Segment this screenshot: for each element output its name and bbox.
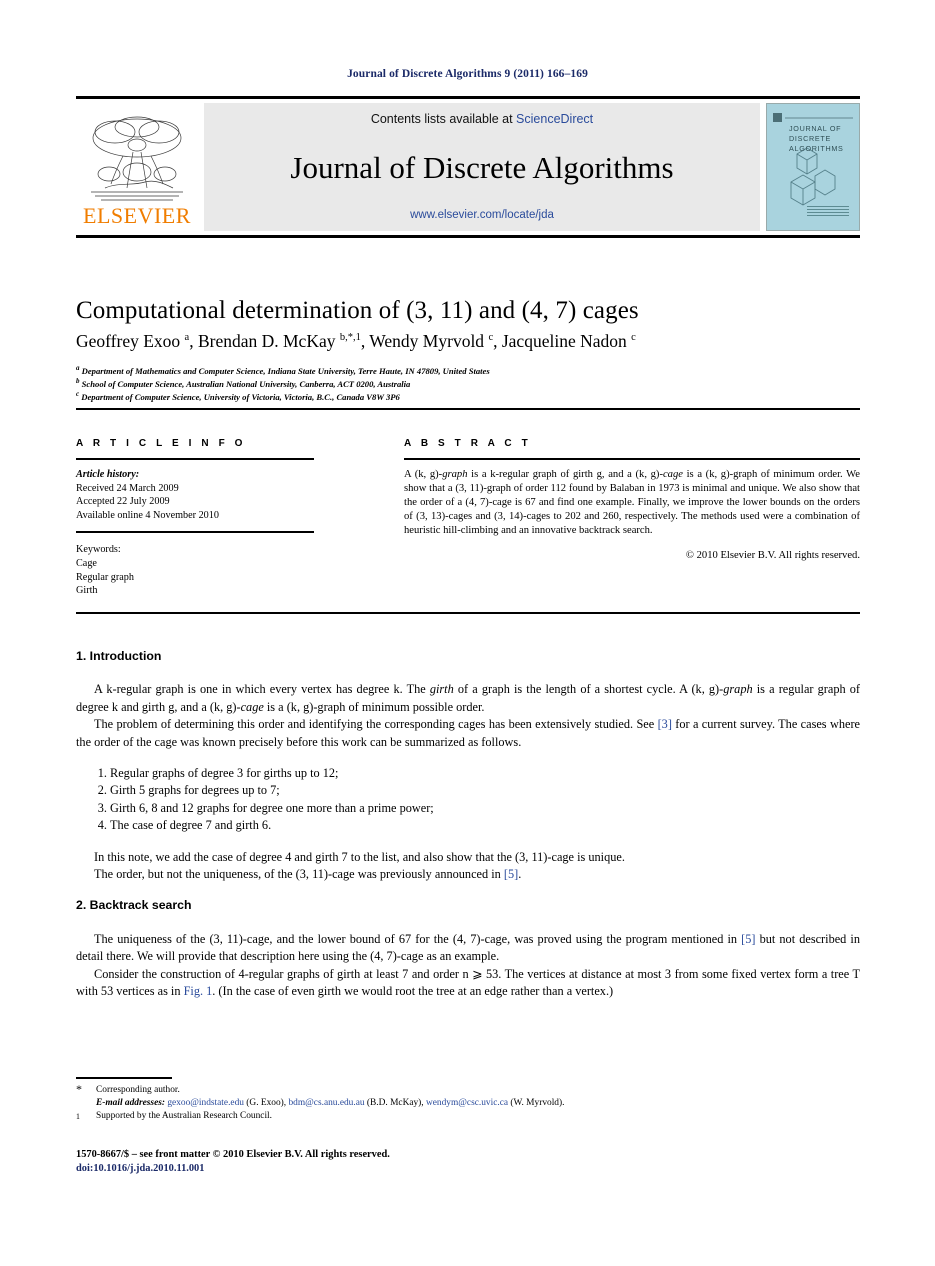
affiliation-a: a Department of Mathematics and Computer… bbox=[76, 363, 866, 377]
list-item: Girth 6, 8 and 12 graphs for degree one … bbox=[110, 800, 860, 817]
footnote-email-spacer bbox=[76, 1097, 96, 1110]
footnote-star-mark: * bbox=[76, 1082, 82, 1096]
footnote-email-content: E-mail addresses: gexoo@indstate.edu (G.… bbox=[96, 1097, 564, 1110]
list-item: Regular graphs of degree 3 for girths up… bbox=[110, 765, 860, 782]
affiliation-a-text: Department of Mathematics and Computer S… bbox=[81, 365, 490, 376]
journal-homepage-link[interactable]: www.elsevier.com/locate/jda bbox=[410, 209, 554, 221]
affiliation-c-mark: c bbox=[76, 390, 80, 398]
email-addresses-label: E-mail addresses: bbox=[96, 1098, 166, 1109]
footnote-one-sup: 1 bbox=[76, 1112, 80, 1122]
article-history-label: Article history: bbox=[76, 469, 140, 480]
author-list: Geoffrey Exoo a, Brendan D. McKay b,*,1,… bbox=[76, 330, 636, 351]
article-info-column: A R T I C L E I N F O Article history: R… bbox=[76, 438, 314, 598]
cover-barcode bbox=[807, 206, 849, 218]
affiliation-b: b School of Computer Science, Australian… bbox=[76, 376, 866, 390]
footnotes-block: * Corresponding author. E-mail addresses… bbox=[76, 1082, 860, 1129]
email-link-mckay[interactable]: bdm@cs.anu.edu.au bbox=[288, 1098, 364, 1108]
email-link-exoo[interactable]: gexoo@indstate.edu bbox=[167, 1098, 244, 1108]
section-heading-introduction: 1. Introduction bbox=[76, 649, 162, 663]
sciencedirect-link[interactable]: ScienceDirect bbox=[516, 112, 593, 126]
elsevier-wordmark: ELSEVIER bbox=[83, 203, 191, 228]
journal-masthead: ELSEVIER Contents lists available at Sci… bbox=[76, 96, 860, 238]
running-head: Journal of Discrete Algorithms 9 (2011) … bbox=[347, 68, 588, 80]
intro-paragraph-2: The problem of determining this order an… bbox=[76, 717, 860, 749]
footnote-star-text: Corresponding author. bbox=[96, 1085, 180, 1095]
abstract-text: A (k, g)-graph is a k-regular graph of g… bbox=[404, 469, 860, 536]
list-item: Girth 5 graphs for degrees up to 7; bbox=[110, 782, 860, 799]
intro-paragraph-1: A k-regular graph is one in which every … bbox=[76, 682, 861, 714]
footnote-emails: E-mail addresses: gexoo@indstate.edu (G.… bbox=[76, 1097, 860, 1110]
article-info-rule bbox=[76, 458, 314, 460]
journal-cover-thumbnail: JOURNAL OF DISCRETE ALGORITHMS bbox=[766, 103, 860, 231]
author-block-rule bbox=[76, 408, 860, 410]
keywords-block: Keywords: Cage Regular graph Girth bbox=[76, 543, 314, 597]
footnote-rule bbox=[76, 1077, 172, 1079]
cover-title: JOURNAL OF DISCRETE ALGORITHMS bbox=[789, 124, 844, 154]
article-body: 1. Introduction A k-regular graph is one… bbox=[76, 648, 860, 1001]
front-matter-line: 1570-8667/$ – see front matter © 2010 El… bbox=[76, 1149, 390, 1160]
known-cases-list: Regular graphs of degree 3 for girths up… bbox=[76, 765, 860, 835]
contents-available-line: Contents lists available at ScienceDirec… bbox=[371, 112, 593, 126]
keywords-label: Keywords: bbox=[76, 544, 121, 556]
received-date: Received 24 March 2009 bbox=[76, 482, 179, 494]
cover-title-line-2: DISCRETE bbox=[789, 134, 831, 143]
elsevier-logo: ELSEVIER bbox=[76, 103, 198, 231]
elsevier-tree-icon bbox=[91, 116, 183, 201]
abstract-copyright: © 2010 Elsevier B.V. All rights reserved… bbox=[685, 549, 860, 561]
email-link-myrvold[interactable]: wendym@csc.uvic.ca bbox=[426, 1098, 508, 1108]
page-footer: 1570-8667/$ – see front matter © 2010 El… bbox=[76, 1148, 860, 1176]
keywords-rule bbox=[76, 531, 314, 534]
journal-title: Journal of Discrete Algorithms bbox=[290, 150, 674, 185]
abstract-rule bbox=[404, 458, 860, 460]
page-title: Computational determination of (3, 11) a… bbox=[76, 296, 639, 324]
abstract-block-rule bbox=[76, 612, 860, 614]
available-online-date: Available online 4 November 2010 bbox=[76, 509, 219, 521]
footnote-one-mark: 1 bbox=[76, 1110, 96, 1128]
email-owner-mckay: (B.D. McKay), bbox=[366, 1098, 424, 1109]
backtrack-paragraph-2: Consider the construction of 4-regular g… bbox=[76, 966, 860, 999]
masthead-bottom-rule bbox=[76, 235, 860, 238]
email-owner-exoo: (G. Exoo), bbox=[246, 1098, 287, 1109]
contents-prefix: Contents lists available at bbox=[370, 112, 517, 126]
footnote-corresponding-author: * Corresponding author. bbox=[76, 1082, 860, 1097]
intro-paragraph-4: The order, but not the uniqueness, of th… bbox=[94, 867, 522, 882]
cover-title-line-1: JOURNAL OF bbox=[789, 124, 842, 133]
doi-link[interactable]: doi:10.1016/j.jda.2010.11.001 bbox=[76, 1162, 860, 1176]
paper-page: Journal of Discrete Algorithms 9 (2011) … bbox=[0, 0, 935, 1266]
accepted-date: Accepted 22 July 2009 bbox=[76, 496, 170, 508]
keyword-item: Regular graph bbox=[76, 571, 134, 583]
masthead-center-panel: Contents lists available at ScienceDirec… bbox=[204, 103, 760, 231]
footnote-funding: 1 Supported by the Australian Research C… bbox=[76, 1110, 860, 1128]
article-history: Article history: Received 24 March 2009 … bbox=[76, 468, 314, 522]
article-info-heading: A R T I C L E I N F O bbox=[76, 438, 247, 449]
affiliation-a-mark: a bbox=[76, 364, 80, 372]
affiliation-c: c Department of Computer Science, Univer… bbox=[76, 389, 866, 403]
email-owner-myrvold: (W. Myrvold). bbox=[510, 1098, 565, 1109]
backtrack-paragraph-1: The uniqueness of the (3, 11)-cage, and … bbox=[76, 931, 860, 964]
affiliation-c-text: Department of Computer Science, Universi… bbox=[81, 391, 400, 402]
affiliation-b-text: School of Computer Science, Australian N… bbox=[81, 378, 411, 389]
footnote-one-text: Supported by the Australian Research Cou… bbox=[96, 1111, 273, 1122]
intro-paragraph-3: In this note, we add the case of degree … bbox=[94, 849, 625, 864]
list-item: The case of degree 7 and girth 6. bbox=[110, 817, 860, 834]
cover-title-line-3: ALGORITHMS bbox=[789, 144, 844, 153]
abstract-column: A B S T R A C T A (k, g)-graph is a k-re… bbox=[404, 438, 860, 561]
keyword-item: Cage bbox=[76, 557, 97, 569]
affiliation-b-mark: b bbox=[76, 377, 80, 385]
abstract-heading: A B S T R A C T bbox=[404, 438, 532, 449]
keyword-item: Girth bbox=[76, 585, 98, 597]
section-heading-backtrack-search: 2. Backtrack search bbox=[76, 898, 192, 913]
